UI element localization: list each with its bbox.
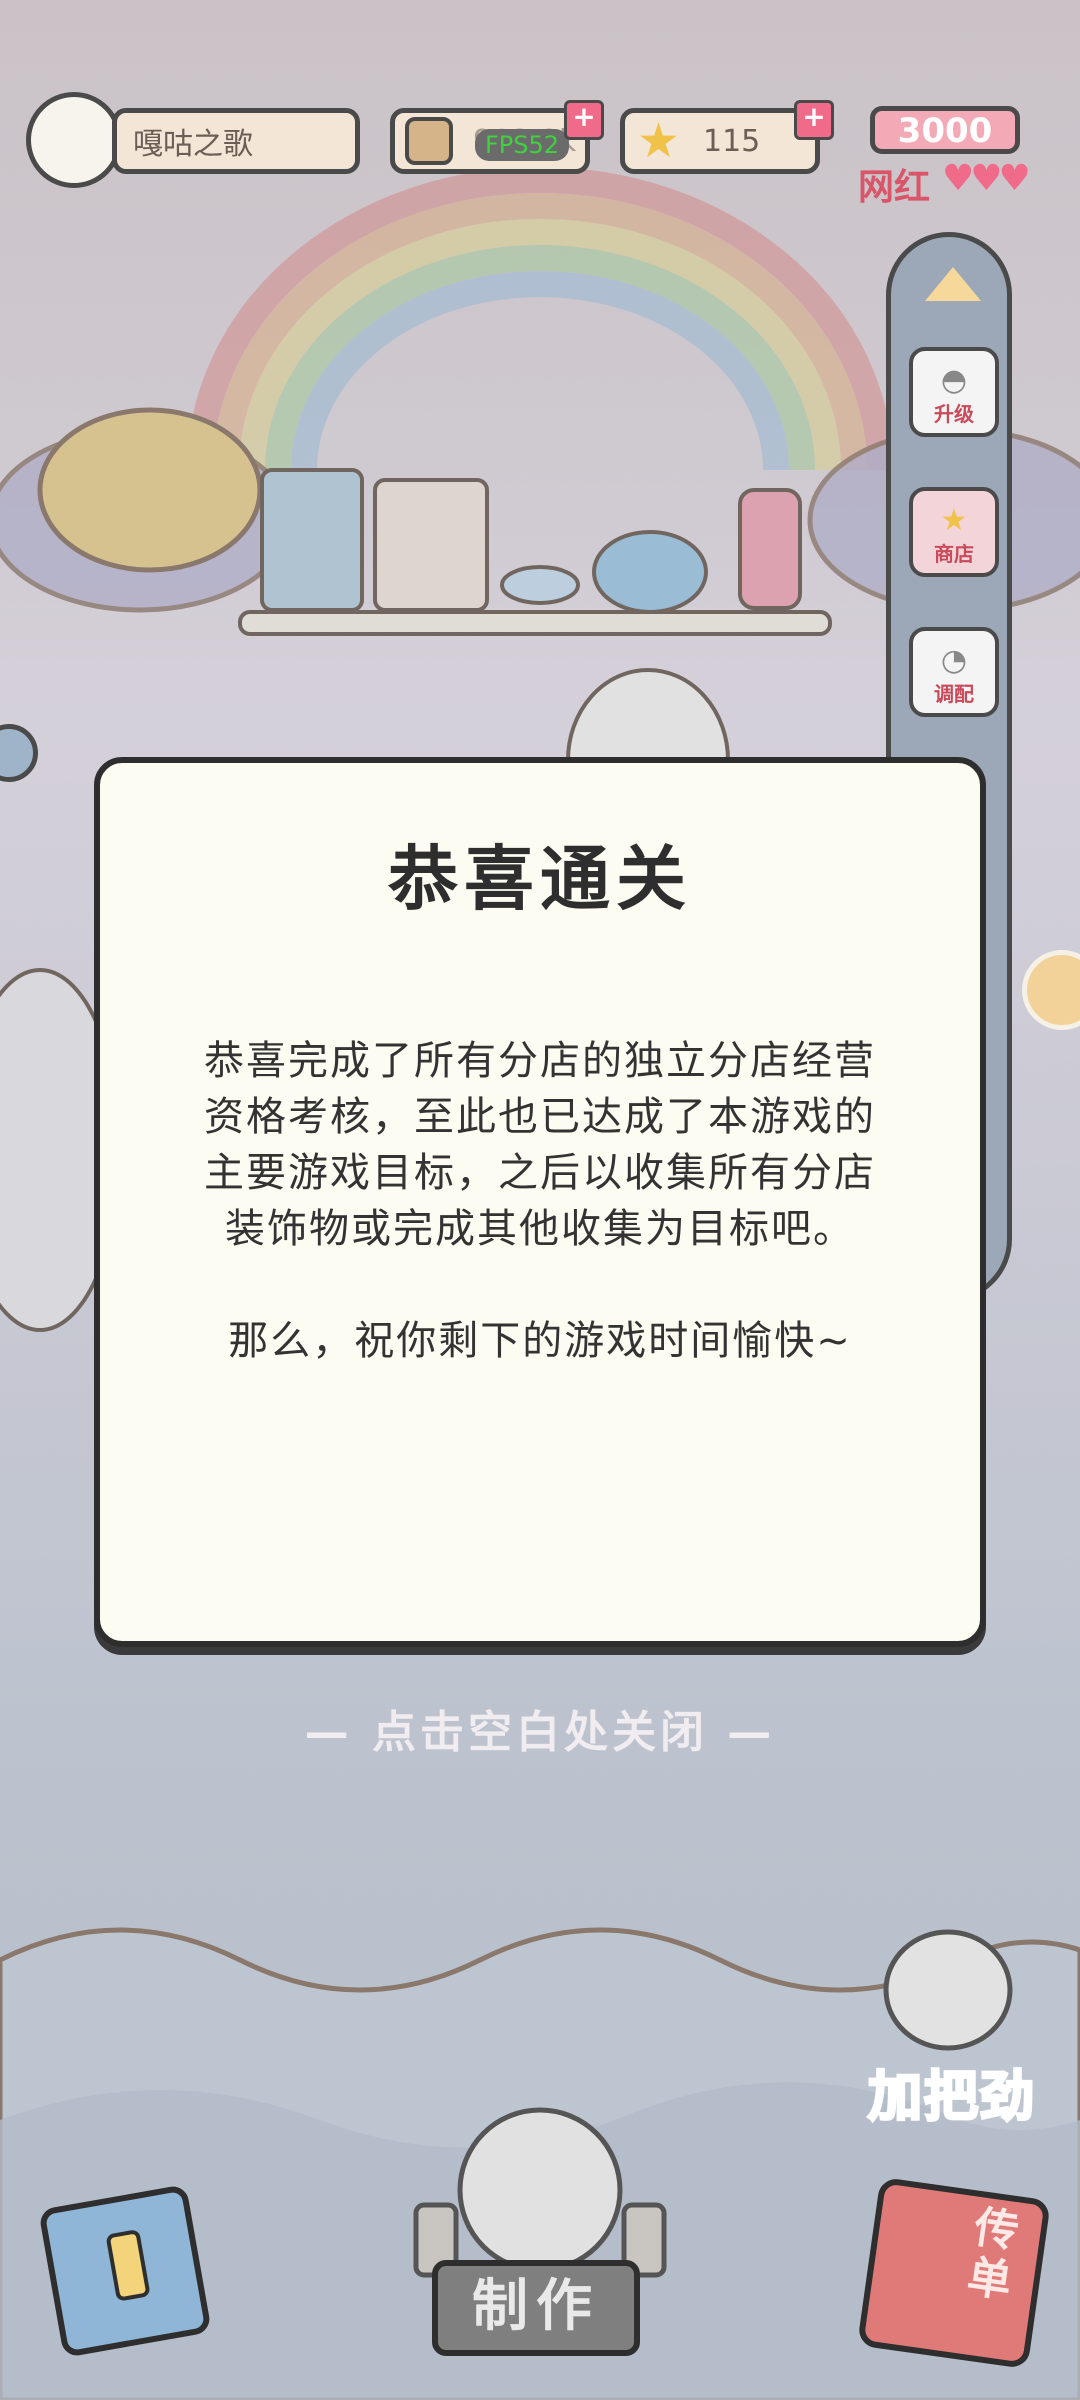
dialog-title: 恭喜通关 — [388, 838, 692, 920]
player-name-bar[interactable]: 嘎咕之歌 — [112, 108, 360, 174]
flyer-label: 传单 — [964, 2201, 1022, 2308]
close-hint[interactable]: — 点击空白处关闭 — — [0, 1696, 1080, 1760]
star-icon: ★ — [637, 113, 681, 169]
dialog-line: 资格考核，至此也已达成了本游戏的 — [204, 1094, 876, 1140]
player-name: 嘎咕之歌 — [133, 127, 253, 162]
make-button[interactable]: 制作 — [432, 2260, 640, 2356]
shop-icon: ★ — [940, 503, 968, 538]
coin-counter: 913.9k FPS52 — [390, 108, 590, 174]
hearts-label: 网红 — [858, 167, 931, 208]
dialog-line: 主要游戏目标，之后以收集所有分店 — [204, 1150, 876, 1196]
star-value: 115 — [703, 123, 761, 159]
collapse-arrow-icon[interactable] — [925, 267, 981, 301]
dialog-message: 恭喜完成了所有分店的独立分店经营 资格考核，至此也已达成了本游戏的 主要游戏目标… — [160, 1033, 920, 1369]
guide-book-icon[interactable] — [38, 2184, 212, 2358]
cheer-button[interactable]: 加把劲 — [867, 2052, 1036, 2131]
dialog-line: 那么，祝你剩下的游戏时间愉快~ — [228, 1318, 852, 1364]
hearts-badge[interactable]: 3000 网红 ♥♥♥ — [858, 106, 1042, 208]
heart-icon: ♥♥♥ — [942, 158, 1031, 199]
hearts-value: 3000 — [870, 106, 1020, 154]
side-item-upgrade[interactable]: ◓ 升级 — [909, 347, 999, 437]
add-coins-button[interactable]: + — [564, 100, 604, 140]
star-counter: ★ 115 — [620, 108, 820, 174]
upgrade-icon: ◓ — [940, 363, 968, 398]
side-item-label: 商店 — [934, 542, 974, 566]
player-avatar[interactable] — [26, 92, 122, 188]
side-item-shop[interactable]: ★ 商店 — [909, 487, 999, 577]
fps-counter: FPS52 — [475, 129, 570, 161]
side-item-mix[interactable]: ◔ 调配 — [909, 627, 999, 717]
flyer-button[interactable]: 传单 — [857, 2176, 1051, 2370]
dialog-line: 装饰物或完成其他收集为目标吧。 — [225, 1206, 855, 1252]
add-stars-button[interactable]: + — [794, 100, 834, 140]
congrats-dialog: 恭喜通关 恭喜完成了所有分店的独立分店经营 资格考核，至此也已达成了本游戏的 主… — [94, 757, 986, 1647]
side-item-label: 调配 — [934, 682, 974, 706]
side-item-label: 升级 — [934, 402, 974, 426]
mix-icon: ◔ — [940, 643, 968, 678]
coin-icon — [405, 117, 453, 165]
dialog-line: 恭喜完成了所有分店的独立分店经营 — [204, 1038, 876, 1084]
